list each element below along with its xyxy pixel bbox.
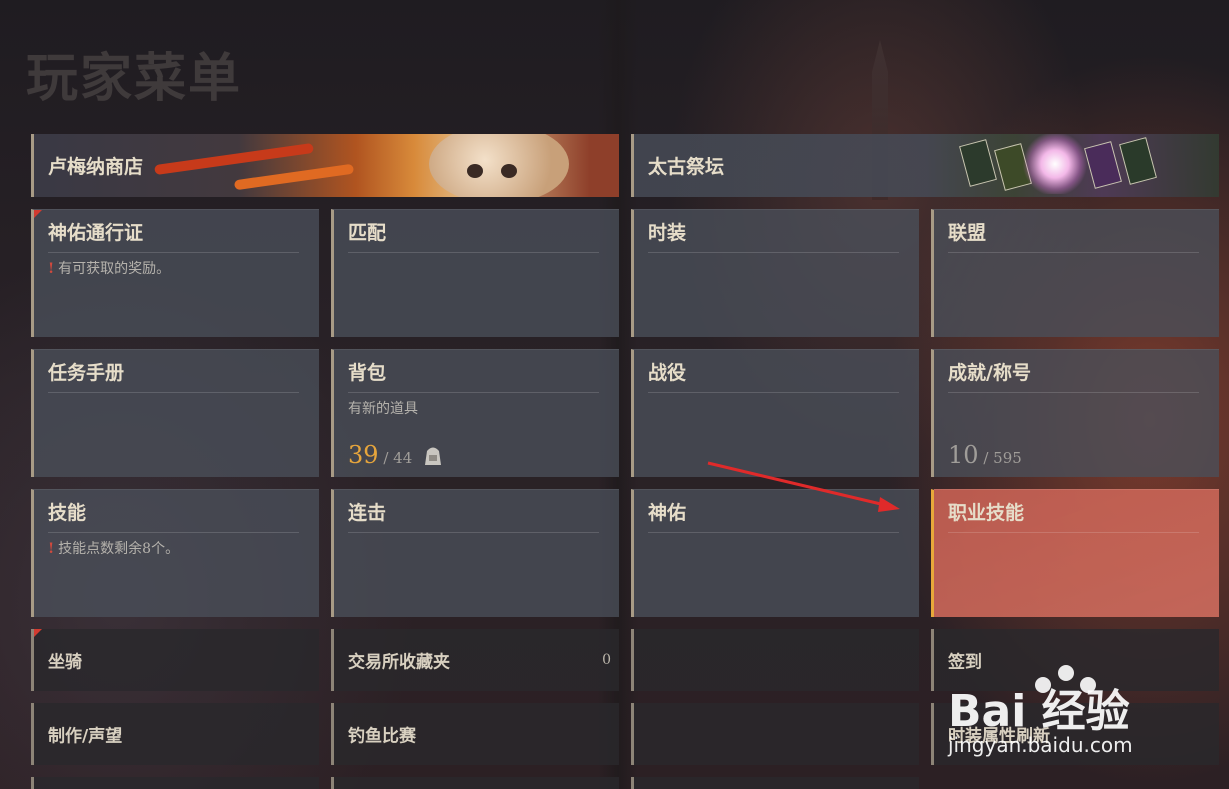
list-item-empty <box>631 703 919 765</box>
achievement-current: 10 <box>948 441 979 469</box>
alert-icon: ! <box>48 261 55 277</box>
tile-job-skill-label: 职业技能 <box>948 498 1199 533</box>
list-item-mount[interactable]: 坐骑 <box>31 629 319 691</box>
tile-campaign-label: 战役 <box>648 358 899 393</box>
list-item-partial <box>631 777 919 789</box>
rune-card <box>1119 137 1157 185</box>
character-portrait <box>429 134 569 197</box>
tile-blessing[interactable]: 神佑 <box>631 489 919 617</box>
tile-campaign[interactable]: 战役 <box>631 349 919 477</box>
ancient-altar-banner[interactable]: 太古祭坛 <box>631 134 1219 197</box>
page-title: 玩家菜单 <box>26 48 243 109</box>
list-item-trade-fav-label: 交易所收藏夹 <box>348 652 450 673</box>
character-eye <box>501 164 517 178</box>
sparkle-icon <box>1020 134 1090 194</box>
tile-combo[interactable]: 连击 <box>331 489 619 617</box>
tile-achievement-label: 成就/称号 <box>948 358 1199 393</box>
watermark-brand: Bai 经验 <box>948 686 1130 737</box>
list-item-fishing-label: 钓鱼比赛 <box>348 726 416 747</box>
achievement-total: / 595 <box>983 449 1022 467</box>
list-item-trade-fav[interactable]: 交易所收藏夹 0 <box>331 629 619 691</box>
list-item-craft[interactable]: 制作/声望 <box>31 703 319 765</box>
list-item-empty <box>631 629 919 691</box>
watermark-url: jingyan.baidu.com <box>948 733 1133 757</box>
bag-capacity: 39 / 44 <box>348 441 445 469</box>
tile-pass[interactable]: 神佑通行证 ! 有可获取的奖励。 <box>31 209 319 337</box>
character-eye <box>467 164 483 178</box>
tile-achievement[interactable]: 成就/称号 10 / 595 <box>931 349 1219 477</box>
tile-pass-label: 神佑通行证 <box>48 218 299 253</box>
list-item-fishing[interactable]: 钓鱼比赛 <box>331 703 619 765</box>
bag-total-count: / 44 <box>383 449 413 467</box>
tile-costume-label: 时装 <box>648 218 899 253</box>
tile-match-label: 匹配 <box>348 218 599 253</box>
tile-bag-label: 背包 <box>348 358 599 393</box>
tile-bag[interactable]: 背包 有新的道具 39 / 44 <box>331 349 619 477</box>
lumina-shop-banner[interactable]: 卢梅纳商店 <box>31 134 619 197</box>
tile-bag-note: 有新的道具 <box>348 401 418 417</box>
tile-quest-book[interactable]: 任务手册 <box>31 349 319 477</box>
tile-pass-note-text: 有可获取的奖励。 <box>58 261 171 277</box>
alert-corner-icon <box>34 629 42 637</box>
lumina-shop-label: 卢梅纳商店 <box>48 156 144 178</box>
alert-icon: ! <box>48 541 55 557</box>
tile-quest-book-label: 任务手册 <box>48 358 299 393</box>
alert-corner-icon <box>34 210 42 218</box>
tile-blessing-label: 神佑 <box>648 498 899 533</box>
tile-costume[interactable]: 时装 <box>631 209 919 337</box>
tile-match[interactable]: 匹配 <box>331 209 619 337</box>
tile-pass-note: ! 有可获取的奖励。 <box>48 258 170 278</box>
tile-combo-label: 连击 <box>348 498 599 533</box>
baidu-watermark: Bai 经验 jingyan.baidu.com <box>940 655 1220 765</box>
tile-skill-note: ! 技能点数剩余8个。 <box>48 538 179 558</box>
trade-fav-count: 0 <box>602 652 611 668</box>
list-item-partial <box>31 777 319 789</box>
list-item-craft-label: 制作/声望 <box>48 726 123 747</box>
tile-job-skill[interactable]: 职业技能 <box>931 489 1219 617</box>
tile-skill[interactable]: 技能 ! 技能点数剩余8个。 <box>31 489 319 617</box>
paint-stroke <box>233 163 355 191</box>
tile-alliance[interactable]: 联盟 <box>931 209 1219 337</box>
list-item-partial <box>331 777 619 789</box>
tile-skill-label: 技能 <box>48 498 299 533</box>
bag-used-count: 39 <box>348 441 379 469</box>
tile-skill-note-text: 技能点数剩余8个。 <box>58 541 180 557</box>
ancient-altar-label: 太古祭坛 <box>648 156 725 178</box>
paint-stroke <box>154 142 314 176</box>
list-item-mount-label: 坐骑 <box>48 652 82 673</box>
rune-card <box>959 139 997 187</box>
achievement-progress: 10 / 595 <box>948 441 1022 469</box>
tile-alliance-label: 联盟 <box>948 218 1199 253</box>
bag-icon <box>425 447 442 465</box>
